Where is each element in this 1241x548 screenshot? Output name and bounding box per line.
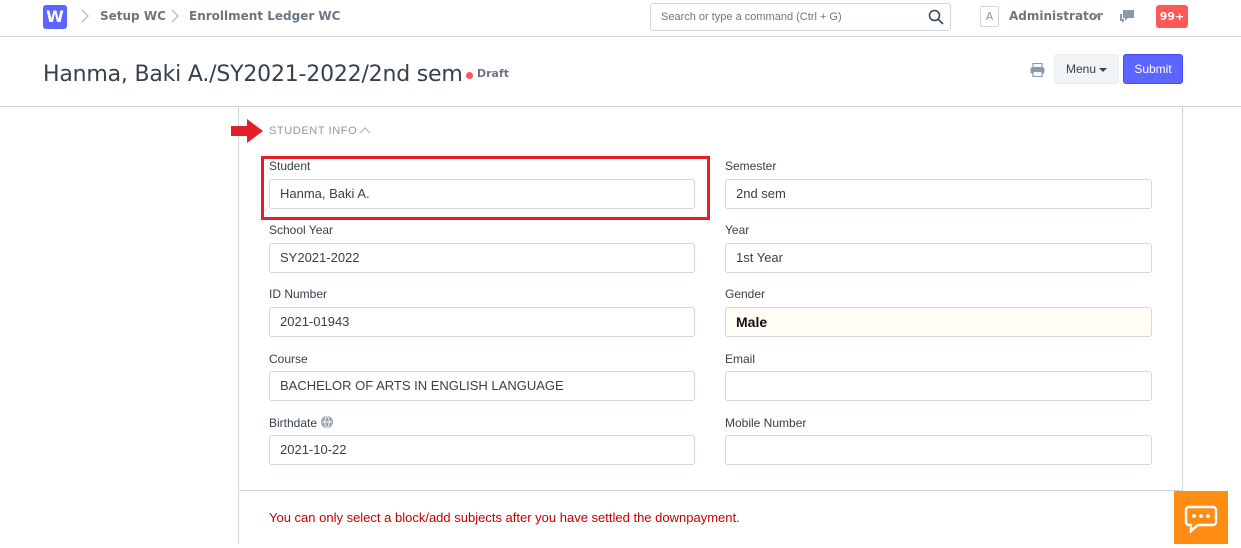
year-field[interactable]: 1st Year <box>725 243 1152 273</box>
chevron-right-icon <box>80 9 90 27</box>
course-field[interactable]: BACHELOR OF ARTS IN ENGLISH LANGUAGE <box>269 371 695 401</box>
semester-label: Semester <box>725 159 777 173</box>
status-badge: Draft <box>477 67 510 80</box>
email-field[interactable] <box>725 371 1152 401</box>
breadcrumb-enrollment-ledger-wc[interactable]: Enrollment Ledger WC <box>189 9 340 23</box>
section-heading-student-info[interactable]: STUDENT INFO <box>269 125 357 137</box>
birthdate-label: Birthdate <box>269 416 318 430</box>
submit-button[interactable]: Submit <box>1123 54 1183 84</box>
search-input[interactable] <box>651 4 921 30</box>
mobile-number-field[interactable] <box>725 435 1152 465</box>
email-label: Email <box>725 352 756 366</box>
mobile-number-label: Mobile Number <box>725 416 807 430</box>
birthdate-field[interactable]: 2021-10-22 <box>269 435 695 465</box>
chevron-right-icon <box>170 9 180 27</box>
app-logo[interactable]: W <box>43 5 67 29</box>
avatar[interactable]: A <box>980 6 999 27</box>
search-icon[interactable] <box>928 9 944 25</box>
highlight-annotation-box <box>261 156 710 220</box>
notification-badge[interactable]: 99+ <box>1156 5 1188 28</box>
print-icon[interactable] <box>1030 63 1045 77</box>
semester-field[interactable]: 2nd sem <box>725 179 1152 209</box>
user-menu[interactable]: Administrator <box>1009 9 1103 23</box>
search-bar[interactable] <box>650 3 951 31</box>
breadcrumb-setup-wc[interactable]: Setup WC <box>100 9 166 23</box>
gender-field[interactable]: Male <box>725 307 1152 337</box>
caret-down-icon <box>1099 67 1108 72</box>
school-year-label: School Year <box>269 223 334 237</box>
chat-widget-button[interactable] <box>1174 491 1228 544</box>
caret-down-icon[interactable] <box>1093 14 1101 18</box>
id-number-label: ID Number <box>269 287 328 301</box>
year-label: Year <box>725 223 750 237</box>
school-year-field[interactable]: SY2021-2022 <box>269 243 695 273</box>
downpayment-message: You can only select a block/add subjects… <box>269 510 740 525</box>
gender-label: Gender <box>725 287 766 301</box>
menu-button-label: Menu <box>1065 62 1097 76</box>
chat-bubble-icon <box>1184 505 1218 534</box>
chevron-up-icon[interactable] <box>359 125 371 135</box>
chat-icon[interactable] <box>1119 9 1137 25</box>
course-label: Course <box>269 352 308 366</box>
section-divider <box>238 490 1183 491</box>
id-number-field[interactable]: 2021-01943 <box>269 307 695 337</box>
navbar: W Setup WC Enrollment Ledger WC A Admini… <box>0 0 1241 37</box>
arrow-right-icon <box>231 119 263 143</box>
menu-button[interactable]: Menu <box>1054 54 1119 84</box>
status-dot-icon <box>466 72 473 79</box>
page-title: Hanma, Baki A./SY2021-2022/2nd sem <box>43 62 463 87</box>
page-head: Hanma, Baki A./SY2021-2022/2nd sem Draft… <box>0 37 1241 107</box>
globe-icon[interactable] <box>321 416 333 428</box>
